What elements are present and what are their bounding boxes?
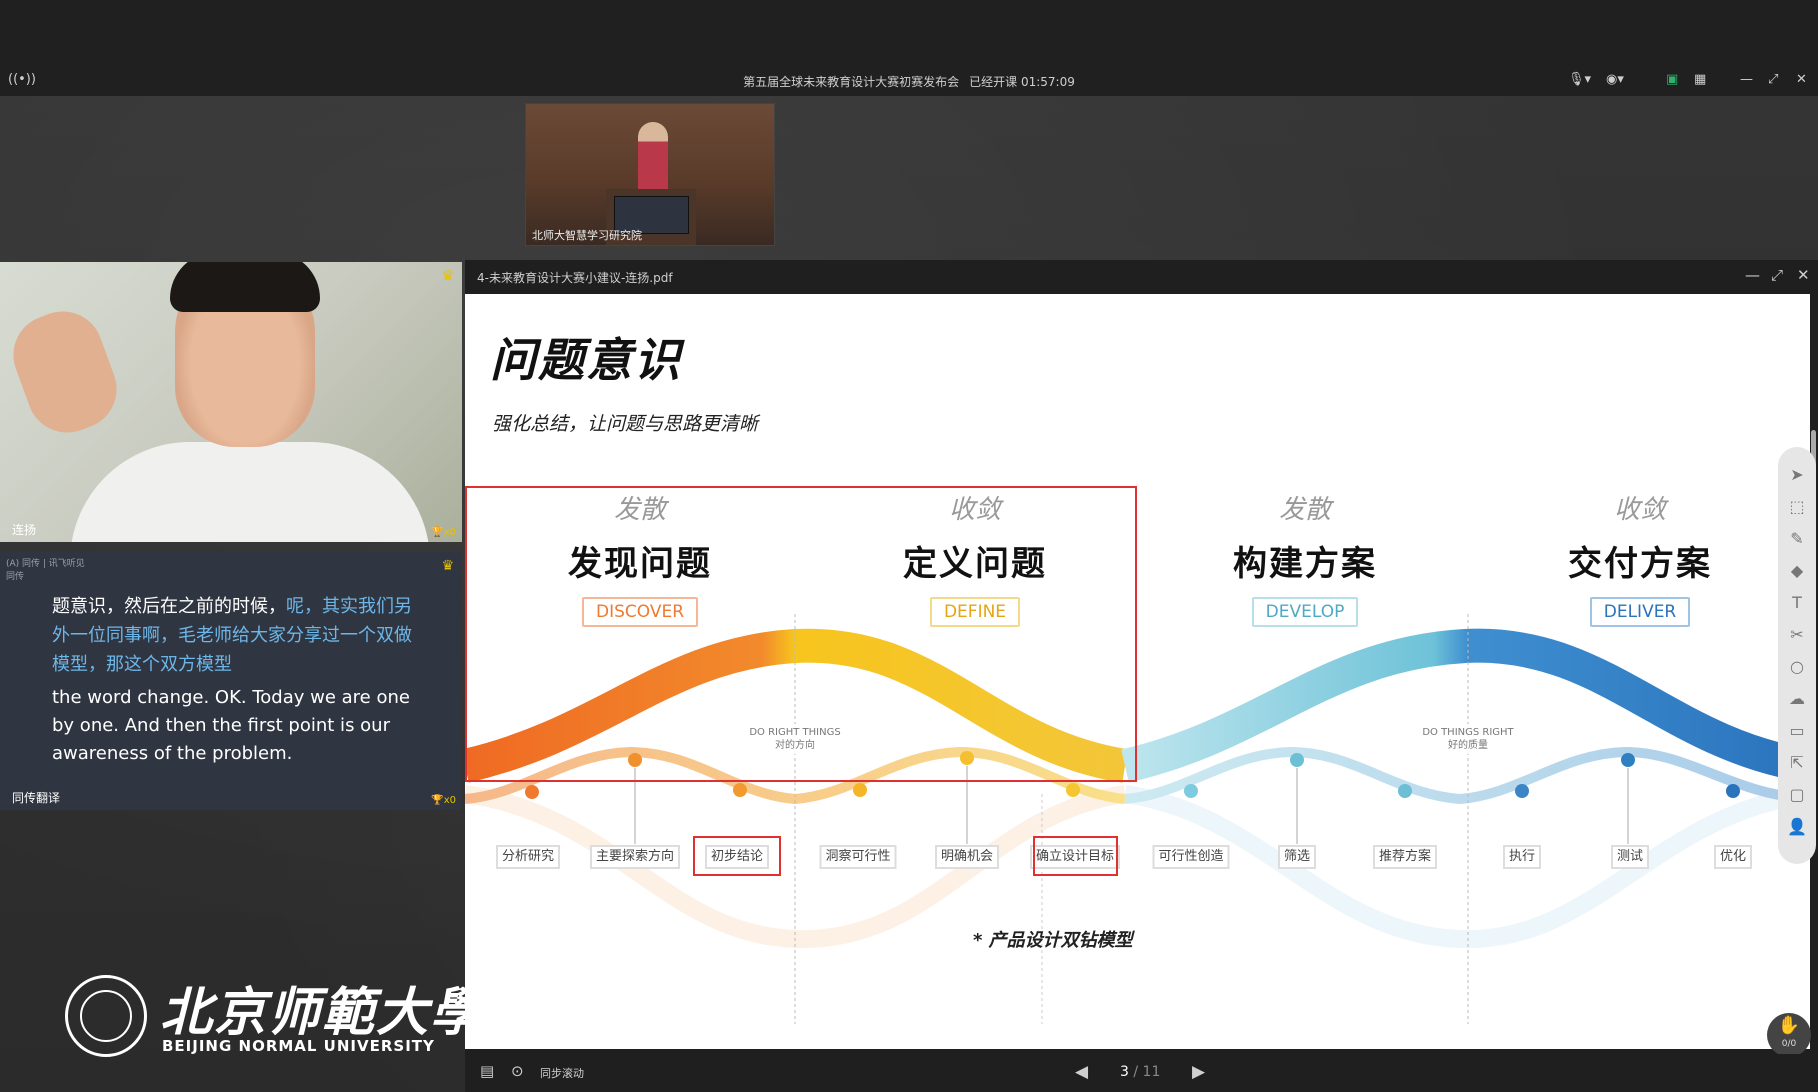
step-label: 明确机会	[934, 845, 1000, 869]
pdf-filename: 4-未来教育设计大赛小建议-连扬.pdf	[477, 271, 673, 285]
shape-icon[interactable]: ○	[1778, 657, 1816, 676]
cloud-icon[interactable]: ☁	[1778, 689, 1816, 708]
slide-subtitle: 强化总结，让问题与思路更清晰	[492, 413, 759, 435]
gift-count: 🏆x0	[431, 527, 456, 538]
step-label: 优化	[1713, 845, 1753, 869]
crown-icon: ♛	[441, 558, 454, 574]
translator-name: 同传翻译	[12, 791, 61, 805]
hand-icon: ✋	[1777, 1015, 1801, 1036]
briefcase-icon[interactable]: ▭	[1778, 721, 1816, 740]
step-label: 分析研究	[495, 845, 561, 869]
gift-count: 🏆x0	[431, 795, 456, 806]
crown-icon: ♛	[441, 268, 454, 284]
highlight-box-step	[693, 836, 781, 876]
minimize-icon[interactable]: —	[1740, 72, 1753, 88]
pointer-icon[interactable]: ➤	[1778, 465, 1816, 484]
step-label: 可行性创造	[1152, 845, 1230, 869]
slide-page: 问题意识 强化总结，让问题与思路更清晰 发散 发现问题 DISCOVER 收敛 …	[465, 294, 1810, 1049]
mic-icon[interactable]: 🎙︎▾	[1568, 72, 1591, 88]
sync-scroll-label[interactable]: 同步滚动	[540, 1065, 584, 1081]
lecturer-caption: 北师大智慧学习研究院	[532, 229, 642, 242]
pdf-viewer: 4-未来教育设计大赛小建议-连扬.pdf — ⤢ ✕ 问题意识 强化总结，让问题…	[465, 260, 1818, 1092]
text-icon[interactable]: T	[1778, 593, 1816, 612]
pdf-minimize-icon[interactable]: —	[1745, 266, 1760, 284]
phase-develop: 发散 构建方案 DEVELOP	[1175, 489, 1435, 627]
bnu-seal-logo	[65, 975, 147, 1057]
bnu-logo-chinese: 北京师範大學	[160, 982, 485, 1043]
mid-label-things-right: DO THINGS RIGHT 好的质量	[1422, 727, 1514, 751]
speaker-shirt	[70, 442, 430, 542]
page-indicator: 3 / 11	[1120, 1064, 1161, 1080]
elapsed-time: 已经开课 01:57:09	[969, 75, 1075, 89]
pdf-close-icon[interactable]: ✕	[1797, 266, 1810, 284]
translation-header: (A) 同传 | 讯飞听见 同传	[6, 559, 85, 582]
translation-chinese: 题意识，然后在之前的时候，呢，其实我们另外一位同事啊，毛老师给大家分享过一个双做…	[52, 596, 412, 675]
chat-icon[interactable]: ▢	[1778, 785, 1816, 804]
sidebar-toggle-icon[interactable]: ▤	[480, 1062, 494, 1080]
bnu-logo-english: BEIJING NORMAL UNIVERSITY	[162, 1037, 435, 1055]
speaker-hand	[2, 300, 128, 444]
restore-icon[interactable]: ⤢	[1768, 72, 1778, 88]
export-icon[interactable]: ⇱	[1778, 753, 1816, 772]
pdf-restore-icon[interactable]: ⤢	[1771, 266, 1783, 284]
slide-title: 问题意识	[490, 333, 682, 387]
step-label: 执行	[1502, 845, 1542, 869]
next-page-icon[interactable]: ▶	[1192, 1062, 1205, 1082]
select-icon[interactable]: ⬚	[1778, 497, 1816, 516]
speaker-name: 连扬	[12, 523, 37, 537]
pen-icon[interactable]: ✎	[1778, 529, 1816, 548]
sync-toggle-icon[interactable]: ⊙	[511, 1062, 524, 1080]
annotation-toolbar: ➤ ⬚ ✎ ◆ T ✂ ○ ☁ ▭ ⇱ ▢ 👤	[1778, 447, 1816, 864]
eraser-icon[interactable]: ◆	[1778, 561, 1816, 580]
close-icon[interactable]: ✕	[1796, 72, 1807, 88]
window-title: 第五届全球未来教育设计大赛初赛发布会 已经开课 01:57:09	[743, 75, 1075, 89]
camera-icon[interactable]: ◉▾	[1606, 72, 1624, 88]
step-label: 主要探索方向	[589, 845, 681, 869]
step-label: 筛选	[1277, 845, 1317, 869]
prev-page-icon[interactable]: ◀	[1075, 1062, 1088, 1082]
scissors-icon[interactable]: ✂	[1778, 625, 1816, 644]
highlight-box-step	[1033, 836, 1118, 876]
lecturer-figure	[638, 122, 668, 192]
lecturer-video[interactable]: 北师大智慧学习研究院	[525, 103, 775, 246]
pdf-titlebar: 4-未来教育设计大赛小建议-连扬.pdf — ⤢ ✕	[465, 260, 1818, 294]
layout-icon[interactable]: ▦	[1694, 72, 1706, 88]
translation-english: the word change. OK. Today we are one by…	[52, 687, 410, 764]
slide-caption: * 产品设计双钻模型	[973, 930, 1133, 951]
speaker-hair	[170, 262, 320, 312]
step-label: 推荐方案	[1372, 845, 1438, 869]
translation-panel: (A) 同传 | 讯飞听见 同传 ♛ 题意识，然后在之前的时候，呢，其实我们另外…	[0, 552, 462, 810]
step-label: 洞察可行性	[819, 845, 897, 869]
step-label: 测试	[1610, 845, 1650, 869]
app-topbar: ((•)) 第五届全球未来教育设计大赛初赛发布会 已经开课 01:57:09 🎙︎…	[0, 0, 1818, 96]
screen-share-icon[interactable]: ▣	[1666, 72, 1678, 88]
raise-hand-button[interactable]: ✋ 0/0	[1767, 1013, 1811, 1057]
highlight-box-problem-phase	[465, 486, 1137, 782]
user-icon[interactable]: 👤	[1778, 817, 1816, 836]
phase-deliver: 收敛 交付方案 DELIVER	[1510, 489, 1770, 627]
speaker-video[interactable]: ♛ 连扬 🏆x0	[0, 262, 462, 542]
pdf-bottom-bar: ▤ ⊙ 同步滚动 ◀ 3 / 11 ▶	[465, 1054, 1818, 1092]
